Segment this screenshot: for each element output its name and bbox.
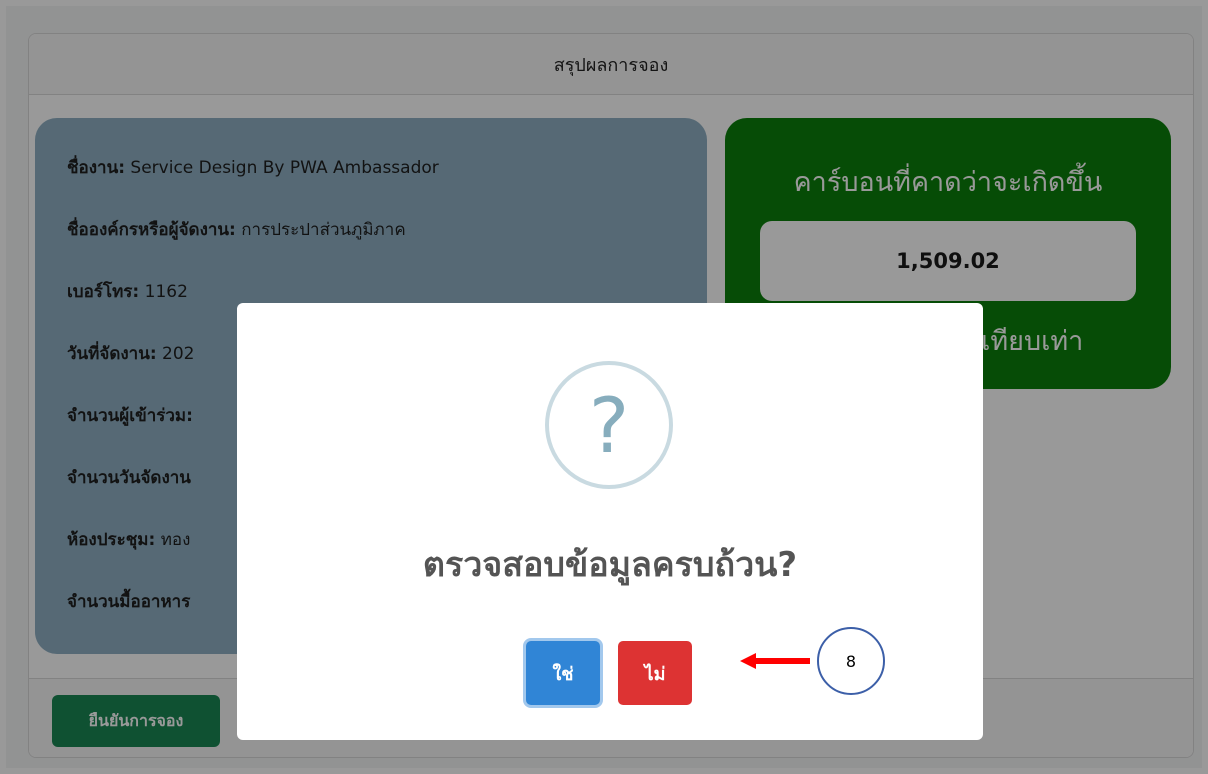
dialog-title: ตรวจสอบข้อมูลครบถ้วน?: [422, 545, 798, 585]
yes-button[interactable]: ใช่: [526, 641, 600, 705]
step-number-badge: 8: [817, 627, 885, 695]
arrow-left-icon: [740, 653, 810, 669]
question-icon: ?: [545, 361, 673, 489]
no-button[interactable]: ไม่: [618, 641, 692, 705]
